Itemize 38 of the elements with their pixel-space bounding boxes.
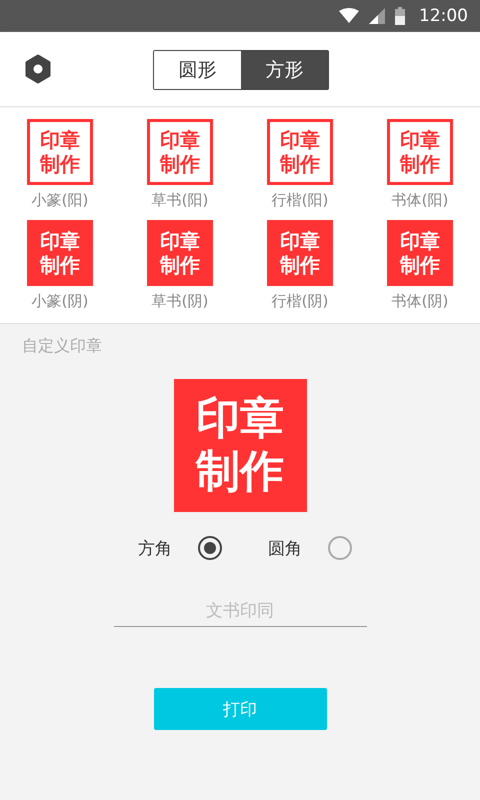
battery-icon (395, 7, 405, 25)
style-label: 行楷(阳) (272, 191, 328, 210)
seal-stamp[interactable]: 印章制作 (267, 220, 333, 286)
seal-stamp[interactable]: 印章制作 (387, 119, 453, 185)
style-label: 草书(阳) (152, 191, 208, 210)
seal-text: 印章制作 (196, 392, 284, 498)
seal-text: 印章制作 (160, 128, 200, 176)
seal-stamp[interactable]: 印章制作 (267, 119, 333, 185)
style-label: 小篆(阳) (32, 191, 88, 210)
text-input-field[interactable]: 文书印同 (114, 596, 366, 627)
seal-stamp[interactable]: 印章制作 (387, 220, 453, 286)
shape-tab[interactable]: 方形 (241, 51, 328, 89)
print-button[interactable]: 打印 (154, 688, 326, 730)
clock-time: 12:00 (419, 6, 468, 26)
seal-stamp[interactable]: 印章制作 (27, 119, 93, 185)
seal-text: 印章制作 (40, 128, 80, 176)
settings-icon[interactable] (23, 54, 53, 84)
seal-text: 印章制作 (280, 229, 320, 277)
seal-stamp[interactable]: 印章制作 (147, 119, 213, 185)
style-label: 小篆(阴) (32, 292, 88, 311)
corner-label: 圆角 (268, 538, 302, 560)
radio-button[interactable] (198, 536, 222, 560)
seal-text: 印章制作 (400, 229, 440, 277)
corner-label: 方角 (138, 538, 172, 560)
seal-text: 印章制作 (400, 128, 440, 176)
style-label: 草书(阴) (152, 292, 208, 311)
seal-stamp[interactable]: 印章制作 (27, 220, 93, 286)
signal-icon (369, 8, 385, 24)
section-title: 自定义印章 (22, 336, 102, 357)
seal-stamp[interactable]: 印章制作 (147, 220, 213, 286)
seal-text: 印章制作 (160, 229, 200, 277)
style-label: 行楷(阴) (272, 292, 328, 311)
wifi-icon (339, 8, 359, 24)
style-label: 书体(阴) (392, 292, 448, 311)
seal-text: 印章制作 (40, 229, 80, 277)
style-label: 书体(阳) (392, 191, 448, 210)
seal-text: 印章制作 (280, 128, 320, 176)
radio-button[interactable] (328, 536, 352, 560)
